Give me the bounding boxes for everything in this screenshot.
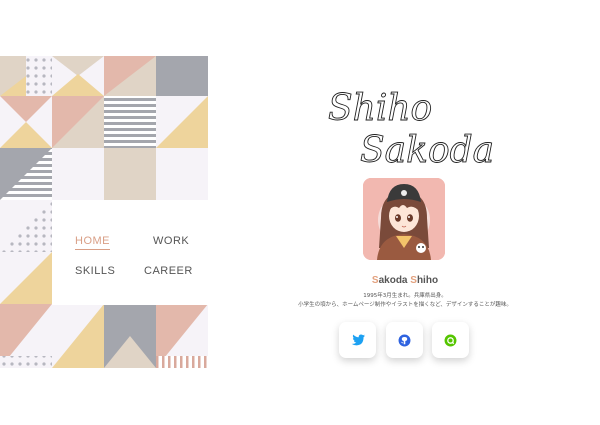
github-button[interactable]	[386, 322, 423, 358]
qiita-icon	[444, 334, 457, 346]
twitter-icon	[351, 334, 365, 346]
geometric-pattern-panel: HOME WORK SKILLS CAREER	[0, 56, 208, 368]
twitter-button[interactable]	[339, 322, 376, 358]
avatar-illustration	[363, 178, 445, 260]
github-icon	[398, 334, 411, 346]
nav-career[interactable]: CAREER	[144, 265, 193, 277]
signature-line2: Sakoda	[360, 130, 494, 171]
profile-name: Sakoda Shiho	[371, 275, 439, 286]
avatar	[363, 178, 445, 260]
signature-logo: Shiho Sakoda	[328, 88, 495, 172]
social-links	[339, 322, 471, 360]
qiita-button[interactable]	[432, 322, 469, 358]
bio-line-1: 1995年3月生まれ。兵庫県出身。	[363, 293, 447, 299]
signature-line1: Shiho	[328, 88, 432, 129]
nav-work[interactable]: WORK	[153, 235, 189, 247]
bio-line-2: 小学生の頃から、ホームページ制作やイラストを描くなど、デザインすることが趣味。	[298, 302, 512, 308]
profile-bio: 1995年3月生まれ。兵庫県出身。 小学生の頃から、ホームページ制作やイラストを…	[270, 292, 540, 310]
main-nav: HOME WORK SKILLS CAREER	[52, 209, 208, 305]
nav-home[interactable]: HOME	[75, 235, 110, 250]
nav-skills[interactable]: SKILLS	[75, 265, 115, 277]
